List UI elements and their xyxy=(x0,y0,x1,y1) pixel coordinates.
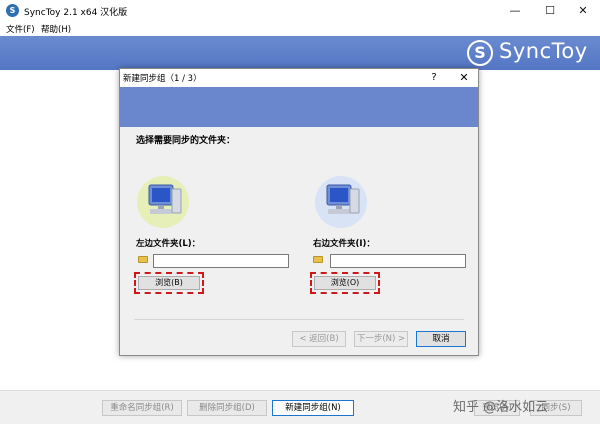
folder-icon xyxy=(138,256,148,263)
dialog-title: 新建同步组（1 / 3） xyxy=(123,74,202,84)
left-browse-highlight: 浏览(B) xyxy=(134,272,204,294)
right-folder-input[interactable] xyxy=(330,254,466,268)
window-title-bar: S SyncToy 2.1 x64 汉化版 — ☐ ✕ xyxy=(0,0,600,22)
rename-group-button[interactable]: 重命名同步组(R) xyxy=(102,400,182,416)
menu-file[interactable]: 文件(F) xyxy=(6,23,35,35)
dialog-divider xyxy=(134,319,464,320)
maximize-button[interactable]: ☐ xyxy=(533,0,567,22)
minimize-button[interactable]: — xyxy=(498,0,532,22)
synctoy-logo-icon: S xyxy=(467,40,493,66)
left-folder-label: 左边文件夹(L)： xyxy=(136,239,201,249)
right-browse-highlight: 浏览(O) xyxy=(310,272,380,294)
synctoy-logo: S SyncToy xyxy=(467,38,597,68)
computer-icon xyxy=(314,175,368,229)
computer-icon xyxy=(136,175,190,229)
next-button[interactable]: 下一步(N) > xyxy=(354,331,408,347)
window-title: SyncToy 2.1 x64 汉化版 xyxy=(24,8,128,18)
dialog-title-bar: 新建同步组（1 / 3） ? ✕ xyxy=(120,69,478,87)
left-browse-button[interactable]: 浏览(B) xyxy=(138,276,200,290)
dialog-close-button[interactable]: ✕ xyxy=(454,70,474,86)
main-left-pane xyxy=(0,36,97,390)
synctoy-app-icon: S xyxy=(6,4,19,17)
menu-bar: 文件(F) 帮助(H) xyxy=(0,22,600,36)
synctoy-logo-text: SyncToy xyxy=(499,39,588,63)
new-sync-group-dialog: 新建同步组（1 / 3） ? ✕ 选择需要同步的文件夹： 左边文件夹(L)： 浏… xyxy=(119,68,479,356)
dialog-help-button[interactable]: ? xyxy=(425,70,443,86)
dialog-heading: 选择需要同步的文件夹： xyxy=(136,136,236,146)
dialog-header-band xyxy=(120,87,478,127)
watermark: 知乎 @洛水如云 xyxy=(453,400,549,415)
back-button[interactable]: < 返回(B) xyxy=(292,331,346,347)
menu-help[interactable]: 帮助(H) xyxy=(41,23,71,35)
new-group-button[interactable]: 新建同步组(N) xyxy=(272,400,354,416)
close-window-button[interactable]: ✕ xyxy=(566,0,600,22)
cancel-button[interactable]: 取消 xyxy=(416,331,466,347)
folder-icon xyxy=(313,256,323,263)
delete-group-button[interactable]: 删除同步组(D) xyxy=(187,400,267,416)
left-folder-input[interactable] xyxy=(153,254,289,268)
right-browse-button[interactable]: 浏览(O) xyxy=(314,276,376,290)
right-folder-label: 右边文件夹(I)： xyxy=(313,239,375,249)
